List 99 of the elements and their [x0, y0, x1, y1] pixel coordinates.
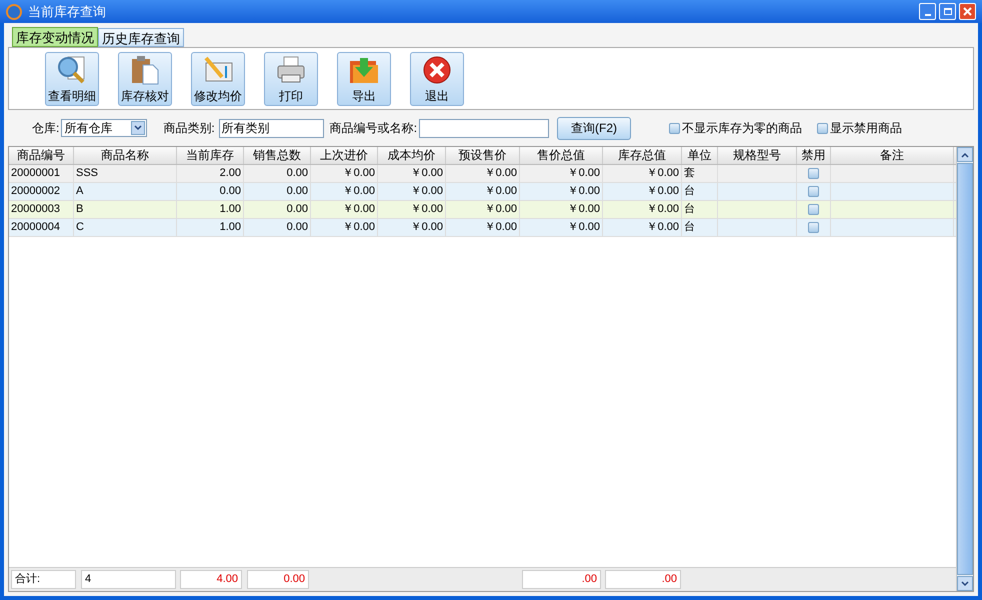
table-cell-text: ￥0.00	[566, 184, 601, 200]
table-cell-text: A	[75, 184, 84, 200]
table-cell-text: 台	[683, 202, 695, 218]
table-cell-text: 0.00	[286, 202, 309, 218]
table-row[interactable]: 20000004 C 1.00 0.00 ￥0.00 ￥0.00 ￥0.00 ￥0.00 ￥0.00 台	[9, 219, 956, 237]
category-field[interactable]: 所有类别	[218, 118, 324, 138]
checkbox[interactable]	[808, 222, 819, 233]
table-row[interactable]: 20000003 B 1.00 0.00 ￥0.00 ￥0.00 ￥0.00 ￥0.00 ￥0.00 台	[9, 201, 956, 219]
warehouse-dropdown[interactable]: 所有仓库	[61, 119, 148, 137]
stock-value-total: .00	[605, 570, 681, 589]
table-cell-text: ￥0.00	[566, 220, 601, 236]
category-label: 商品类别:	[163, 120, 215, 137]
column-header[interactable]: 预设售价	[446, 147, 520, 164]
table-cell-text: 20000003	[10, 202, 60, 218]
table-cell-text: 0.00	[218, 184, 242, 200]
table-cell-text: ￥0.00	[410, 166, 444, 182]
table-cell-text: ￥0.00	[484, 202, 518, 218]
table-row[interactable]: 20000001 SSS 2.00 0.00 ￥0.00 ￥0.00 ￥0.00 ￥0.00 ￥0.00 套	[9, 165, 956, 183]
table-cell-text: 台	[683, 220, 695, 236]
table-cell-text: ￥0.00	[566, 166, 601, 182]
warehouse-label: 仓库:	[32, 120, 60, 137]
sales-total: 0.00	[247, 570, 309, 589]
count-total: 4	[81, 570, 176, 589]
table-cell-text: 20000001	[10, 166, 60, 182]
table-cell-text: 0.00	[286, 220, 309, 236]
minimize-button[interactable]	[919, 3, 936, 20]
table-row[interactable]: 20000002 A 0.00 0.00 ￥0.00 ￥0.00 ￥0.00 ￥0.00 ￥0.00 台	[9, 183, 956, 201]
table-cell-text: ￥0.00	[646, 220, 680, 236]
toolbar-button[interactable]: 查看明细	[45, 52, 99, 106]
column-header[interactable]: 成本均价	[378, 147, 446, 164]
table-cell-text: ￥0.00	[484, 220, 518, 236]
scroll-down-icon[interactable]	[961, 580, 969, 586]
checkbox[interactable]	[808, 204, 819, 215]
checkbox-label: 不显示库存为零的商品	[682, 120, 802, 137]
checkbox[interactable]	[808, 168, 819, 179]
column-header[interactable]: 当前库存	[177, 147, 244, 164]
column-header[interactable]: 销售总数	[244, 147, 311, 164]
column-header[interactable]: 商品编号	[9, 147, 74, 164]
window-title: 当前库存查询	[28, 2, 106, 21]
code-field[interactable]	[419, 118, 550, 138]
table-cell-text: ￥0.00	[410, 220, 444, 236]
toolbar-button[interactable]: 库存核对	[118, 52, 172, 106]
close-button[interactable]	[959, 3, 976, 20]
column-header[interactable]: 规格型号	[718, 147, 797, 164]
column-header[interactable]: 备注	[831, 147, 954, 164]
table-cell-text: 台	[683, 184, 695, 200]
column-header[interactable]: 商品名称	[74, 147, 177, 164]
stock-total: 4.00	[180, 570, 242, 589]
table-cell-text: C	[75, 220, 84, 236]
tab[interactable]: 历史库存查询	[98, 28, 184, 47]
table-cell-text: 1.00	[218, 220, 242, 236]
column-header[interactable]: 单位	[682, 147, 718, 164]
clipboard-icon	[129, 54, 161, 84]
close-icon	[963, 7, 972, 16]
pencil-paper-icon	[202, 54, 234, 84]
column-header[interactable]: 禁用	[797, 147, 831, 164]
table-cell-text: ￥0.00	[566, 202, 601, 218]
table-cell-text: ￥0.00	[410, 184, 444, 200]
table-cell-text: ￥0.00	[646, 166, 680, 182]
table-cell-text: ￥0.00	[342, 202, 376, 218]
toolbar-button[interactable]: 打印	[264, 52, 318, 106]
checkbox[interactable]	[817, 122, 828, 134]
tab[interactable]: 库存变动情况	[12, 27, 98, 47]
table-cell-text: ￥0.00	[342, 166, 376, 182]
checkbox-label: 显示禁用商品	[830, 120, 902, 137]
table-cell-text: ￥0.00	[484, 166, 518, 182]
sale-value-total: .00	[522, 570, 601, 589]
toolbar-button[interactable]: 修改均价	[191, 52, 245, 106]
table-cell-text: 2.00	[218, 166, 242, 182]
table-cell-text: 20000004	[10, 220, 60, 236]
column-header[interactable]: 库存总值	[603, 147, 682, 164]
table-cell-text: 0.00	[286, 184, 309, 200]
printer-icon	[275, 54, 307, 84]
table-cell-text: ￥0.00	[484, 184, 518, 200]
table-cell-text: ￥0.00	[342, 184, 376, 200]
table-cell-text: ￥0.00	[410, 202, 444, 218]
table-cell-text: ￥0.00	[342, 220, 376, 236]
maximize-button[interactable]	[939, 3, 956, 20]
close-icon	[422, 54, 452, 84]
column-header[interactable]: 售价总值	[520, 147, 603, 164]
scrollbar[interactable]	[956, 147, 973, 591]
app-icon	[6, 4, 22, 20]
checkbox[interactable]	[808, 186, 819, 197]
totals-label: 合计:	[11, 570, 76, 589]
scroll-up-icon[interactable]	[961, 152, 969, 158]
table-cell-text: SSS	[75, 166, 98, 182]
column-header[interactable]: 上次进价	[311, 147, 378, 164]
code-label: 商品编号或名称:	[330, 120, 418, 137]
table-cell-text: ￥0.00	[646, 202, 680, 218]
query-button[interactable]: 查询(F2)	[557, 116, 632, 140]
toolbar-button[interactable]: 导出	[337, 52, 391, 106]
table-cell-text: 套	[683, 166, 695, 182]
table-cell-text: 1.00	[218, 202, 242, 218]
table-cell-text: B	[75, 202, 84, 218]
toolbar-button[interactable]: 退出	[410, 52, 464, 106]
table-cell-text: 0.00	[286, 166, 309, 182]
table-cell-text: 20000002	[10, 184, 60, 200]
checkbox[interactable]	[669, 122, 680, 134]
table-cell-text: ￥0.00	[646, 184, 680, 200]
